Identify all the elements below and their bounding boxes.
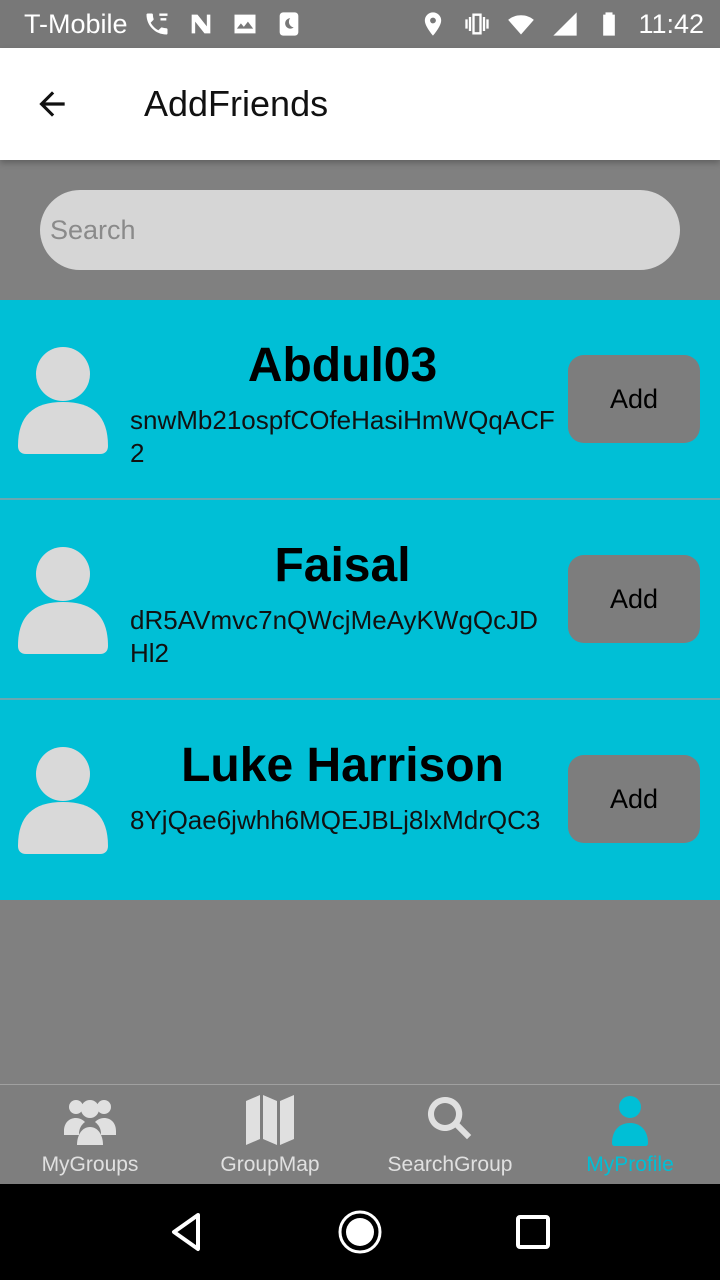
friend-name: Abdul03 [247,339,438,392]
wifi-icon [506,9,536,39]
arrow-left-icon [39,91,65,117]
nav-item-mygroups[interactable]: MyGroups [0,1085,180,1184]
add-friend-button[interactable]: Add [568,555,700,643]
signal-icon [550,9,580,39]
nav-label-groupmap: GroupMap [220,1153,320,1176]
nfc-icon [186,9,216,39]
system-nav [0,1184,720,1280]
search-area [0,160,720,300]
nav-item-searchgroup[interactable]: SearchGroup [360,1085,540,1184]
friend-list: Abdul03 snwMb21ospfCOfeHasiHmWQqACF2 Add… [0,300,720,900]
wifi-calling-icon [142,9,172,39]
nav-label-mygroups: MyGroups [41,1153,139,1176]
nav-item-myprofile[interactable]: MyProfile [540,1085,720,1184]
user-icon [612,1096,648,1146]
battery-icon [594,9,624,39]
system-back-button[interactable] [157,1202,217,1262]
location-icon [418,9,448,39]
avatar-icon [18,346,108,454]
triangle-back-icon [171,1213,200,1251]
map-icon [246,1095,294,1145]
avatar-icon [18,746,108,854]
vibrate-icon [462,9,492,39]
app-bar: AddFriends [0,48,720,160]
back-button[interactable] [20,72,84,136]
nav-item-groupmap[interactable]: GroupMap [180,1085,360,1184]
status-time: 11:42 [638,8,704,39]
carrier-label: T-Mobile [24,8,128,39]
add-friend-button[interactable]: Add [568,755,700,843]
status-left: T-Mobile [24,9,304,40]
page-title: AddFriends [144,83,329,124]
system-home-button[interactable] [330,1202,390,1262]
friend-id: snwMb21ospfCOfeHasiHmWQqACF2 [130,405,555,468]
friend-name: Faisal [274,539,411,592]
square-recents-icon [516,1215,551,1249]
friend-id: 8YjQae6jwhh6MQEJBLj8lxMdrQC3 [130,805,541,835]
circle-home-icon [338,1210,382,1254]
friend-row: Faisal dR5AVmvc7nQWcjMeAyKWgQcJDHl2 Add [0,500,720,700]
bottom-nav: MyGroups GroupMap SearchGroup MyProfile [0,1084,720,1184]
friend-row: Abdul03 snwMb21ospfCOfeHasiHmWQqACF2 Add [0,300,720,500]
search-icon [427,1096,472,1140]
friend-name: Luke Harrison [181,739,504,792]
friend-row: Luke Harrison 8YjQae6jwhh6MQEJBLj8lxMdrQ… [0,700,720,900]
search-input[interactable] [40,190,680,270]
system-recents-button[interactable] [503,1202,563,1262]
avatar-icon [18,546,108,654]
image-icon [230,9,260,39]
status-right: 11:42 [418,9,704,40]
add-friend-button[interactable]: Add [568,355,700,443]
status-bar: T-Mobile 11:42 [0,0,720,48]
moon-icon [274,9,304,39]
nav-label-myprofile: MyProfile [586,1153,674,1176]
group-icon [64,1100,116,1145]
nav-label-searchgroup: SearchGroup [387,1153,513,1176]
friend-id: dR5AVmvc7nQWcjMeAyKWgQcJDHl2 [130,605,538,668]
